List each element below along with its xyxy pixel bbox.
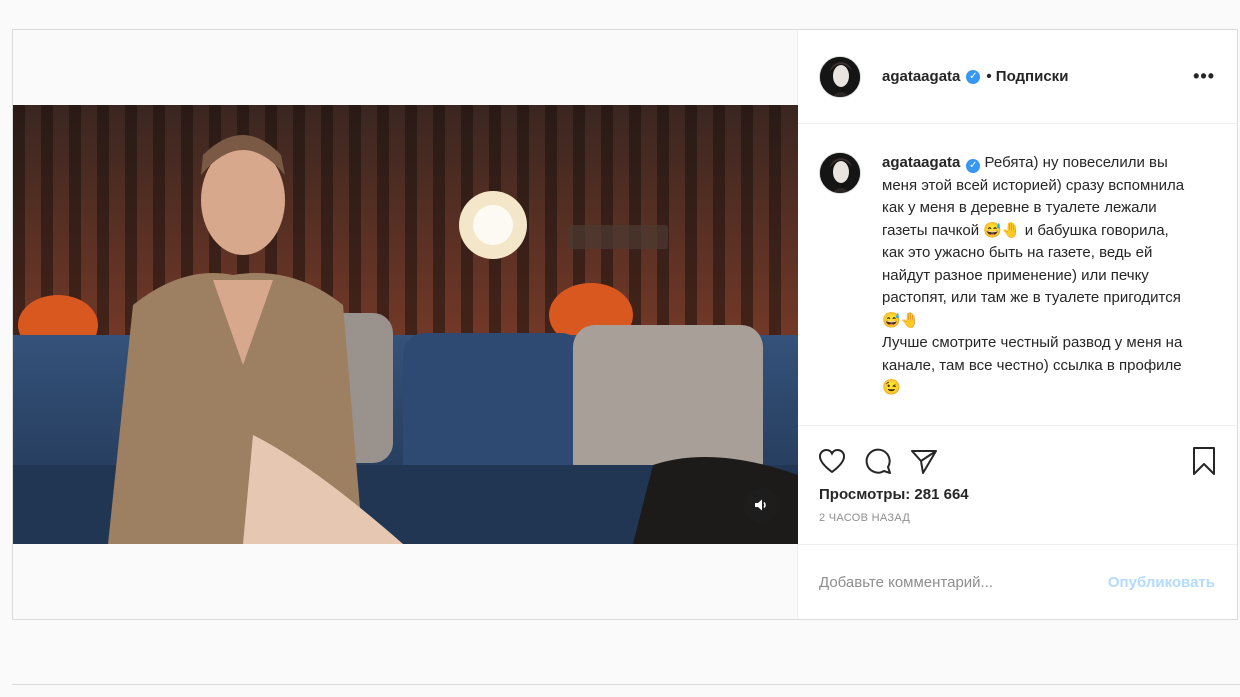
comment-button[interactable]	[861, 444, 895, 478]
comment-input[interactable]	[819, 573, 1108, 591]
verified-badge-icon: ✓	[966, 159, 981, 173]
footer-divider	[12, 684, 1240, 685]
add-comment-bar: Опубликовать	[798, 544, 1237, 619]
sound-toggle-button[interactable]	[744, 488, 778, 522]
post-card: agataagata ✓ • Подписки ••• agataagata ✓ …	[12, 29, 1238, 620]
avatar-image	[820, 56, 860, 97]
view-count[interactable]: Просмотры: 281 664	[798, 480, 1237, 503]
heart-icon	[818, 448, 846, 474]
post-timestamp[interactable]: 2 ЧАСОВ НАЗАД	[798, 503, 1237, 524]
publish-button[interactable]: Опубликовать	[1108, 574, 1215, 591]
following-button[interactable]: • Подписки	[986, 68, 1068, 85]
post-caption: agataagata ✓ Ребята) ну повеселили вы мен…	[882, 152, 1194, 425]
comments-area[interactable]: agataagata ✓ Ребята) ну повеселили вы мен…	[798, 124, 1237, 426]
username-link[interactable]: agataagata	[882, 68, 960, 85]
save-button[interactable]	[1187, 444, 1221, 478]
like-button[interactable]	[815, 444, 849, 478]
caption-username-link[interactable]: agataagata	[882, 154, 960, 171]
avatar-image	[820, 153, 860, 193]
bookmark-icon	[1193, 447, 1215, 475]
more-options-button[interactable]: •••	[1193, 66, 1215, 87]
post-header: agataagata ✓ • Подписки •••	[798, 30, 1237, 124]
action-bar	[798, 426, 1237, 480]
video-player[interactable]	[13, 105, 798, 544]
avatar[interactable]	[819, 55, 861, 98]
share-button[interactable]	[907, 444, 941, 478]
media-panel	[13, 30, 798, 619]
post-sidebar: agataagata ✓ • Подписки ••• agataagata ✓ …	[798, 30, 1237, 619]
paper-plane-icon	[911, 450, 937, 474]
speaker-icon	[755, 499, 766, 511]
caption-avatar[interactable]	[819, 152, 861, 194]
video-frame	[13, 105, 798, 544]
comment-icon	[865, 448, 891, 474]
caption-text: Ребята) ну повеселили вы меня этой всей …	[882, 154, 1185, 396]
verified-badge-icon: ✓	[966, 69, 981, 84]
